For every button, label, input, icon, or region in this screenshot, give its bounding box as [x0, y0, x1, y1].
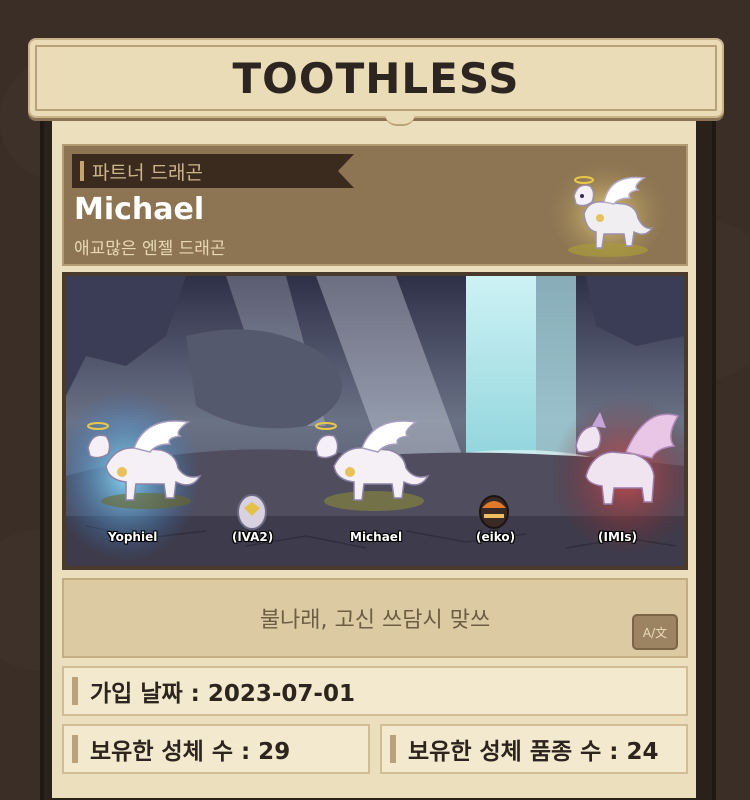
species-count-row: 보유한 성체 품종 수 : 24: [380, 724, 688, 774]
motto-box: 불나래, 고신 쓰담시 맞쓰 A/文: [62, 578, 688, 658]
species-count: 보유한 성체 품종 수 : 24: [408, 739, 659, 765]
slot-label-2: (lVA2): [232, 530, 274, 544]
join-date-row: 가입 날짜 : 2023-07-01: [62, 666, 688, 716]
title-banner: TOOTHLESS: [28, 38, 724, 126]
creature-count-row: 보유한 성체 수 : 29: [62, 724, 370, 774]
partner-dragon-name: Michael: [74, 192, 205, 227]
motto-text: 불나래, 고신 쓰담시 맞쓰: [259, 608, 491, 633]
dragon-scene: Yophiel (lVA2) Michael (eiko) (IMIs): [62, 272, 688, 570]
slot-label-3: Michael: [350, 530, 403, 544]
partner-tag: 파트너 드래곤: [72, 154, 338, 188]
row-bar: [72, 677, 78, 705]
tag-bar: [80, 161, 84, 181]
cave-waterfall-scene: [66, 276, 684, 566]
slot-label-4: (eiko): [476, 530, 516, 544]
creature-count: 보유한 성체 수 : 29: [90, 739, 291, 765]
partner-dragon-species: 애교많은 엔젤 드래곤: [74, 239, 226, 259]
row-bar: [390, 735, 396, 763]
partner-dragon-portrait[interactable]: [548, 152, 668, 262]
egg-lva2[interactable]: [237, 494, 267, 530]
row-bar: [72, 735, 78, 763]
partner-tag-flag: [338, 154, 354, 188]
slot-label-1: Yophiel: [108, 530, 158, 544]
slot-label-5: (IMIs): [598, 530, 637, 544]
translate-button[interactable]: A/文: [632, 614, 678, 650]
page-title: TOOTHLESS: [232, 53, 520, 103]
partner-dragon-card: 파트너 드래곤 Michael 애교많은 엔젤 드래곤: [62, 144, 688, 266]
partner-tag-label: 파트너 드래곤: [92, 161, 203, 184]
join-date: 가입 날짜 : 2023-07-01: [90, 681, 355, 707]
egg-eiko[interactable]: [479, 495, 509, 529]
